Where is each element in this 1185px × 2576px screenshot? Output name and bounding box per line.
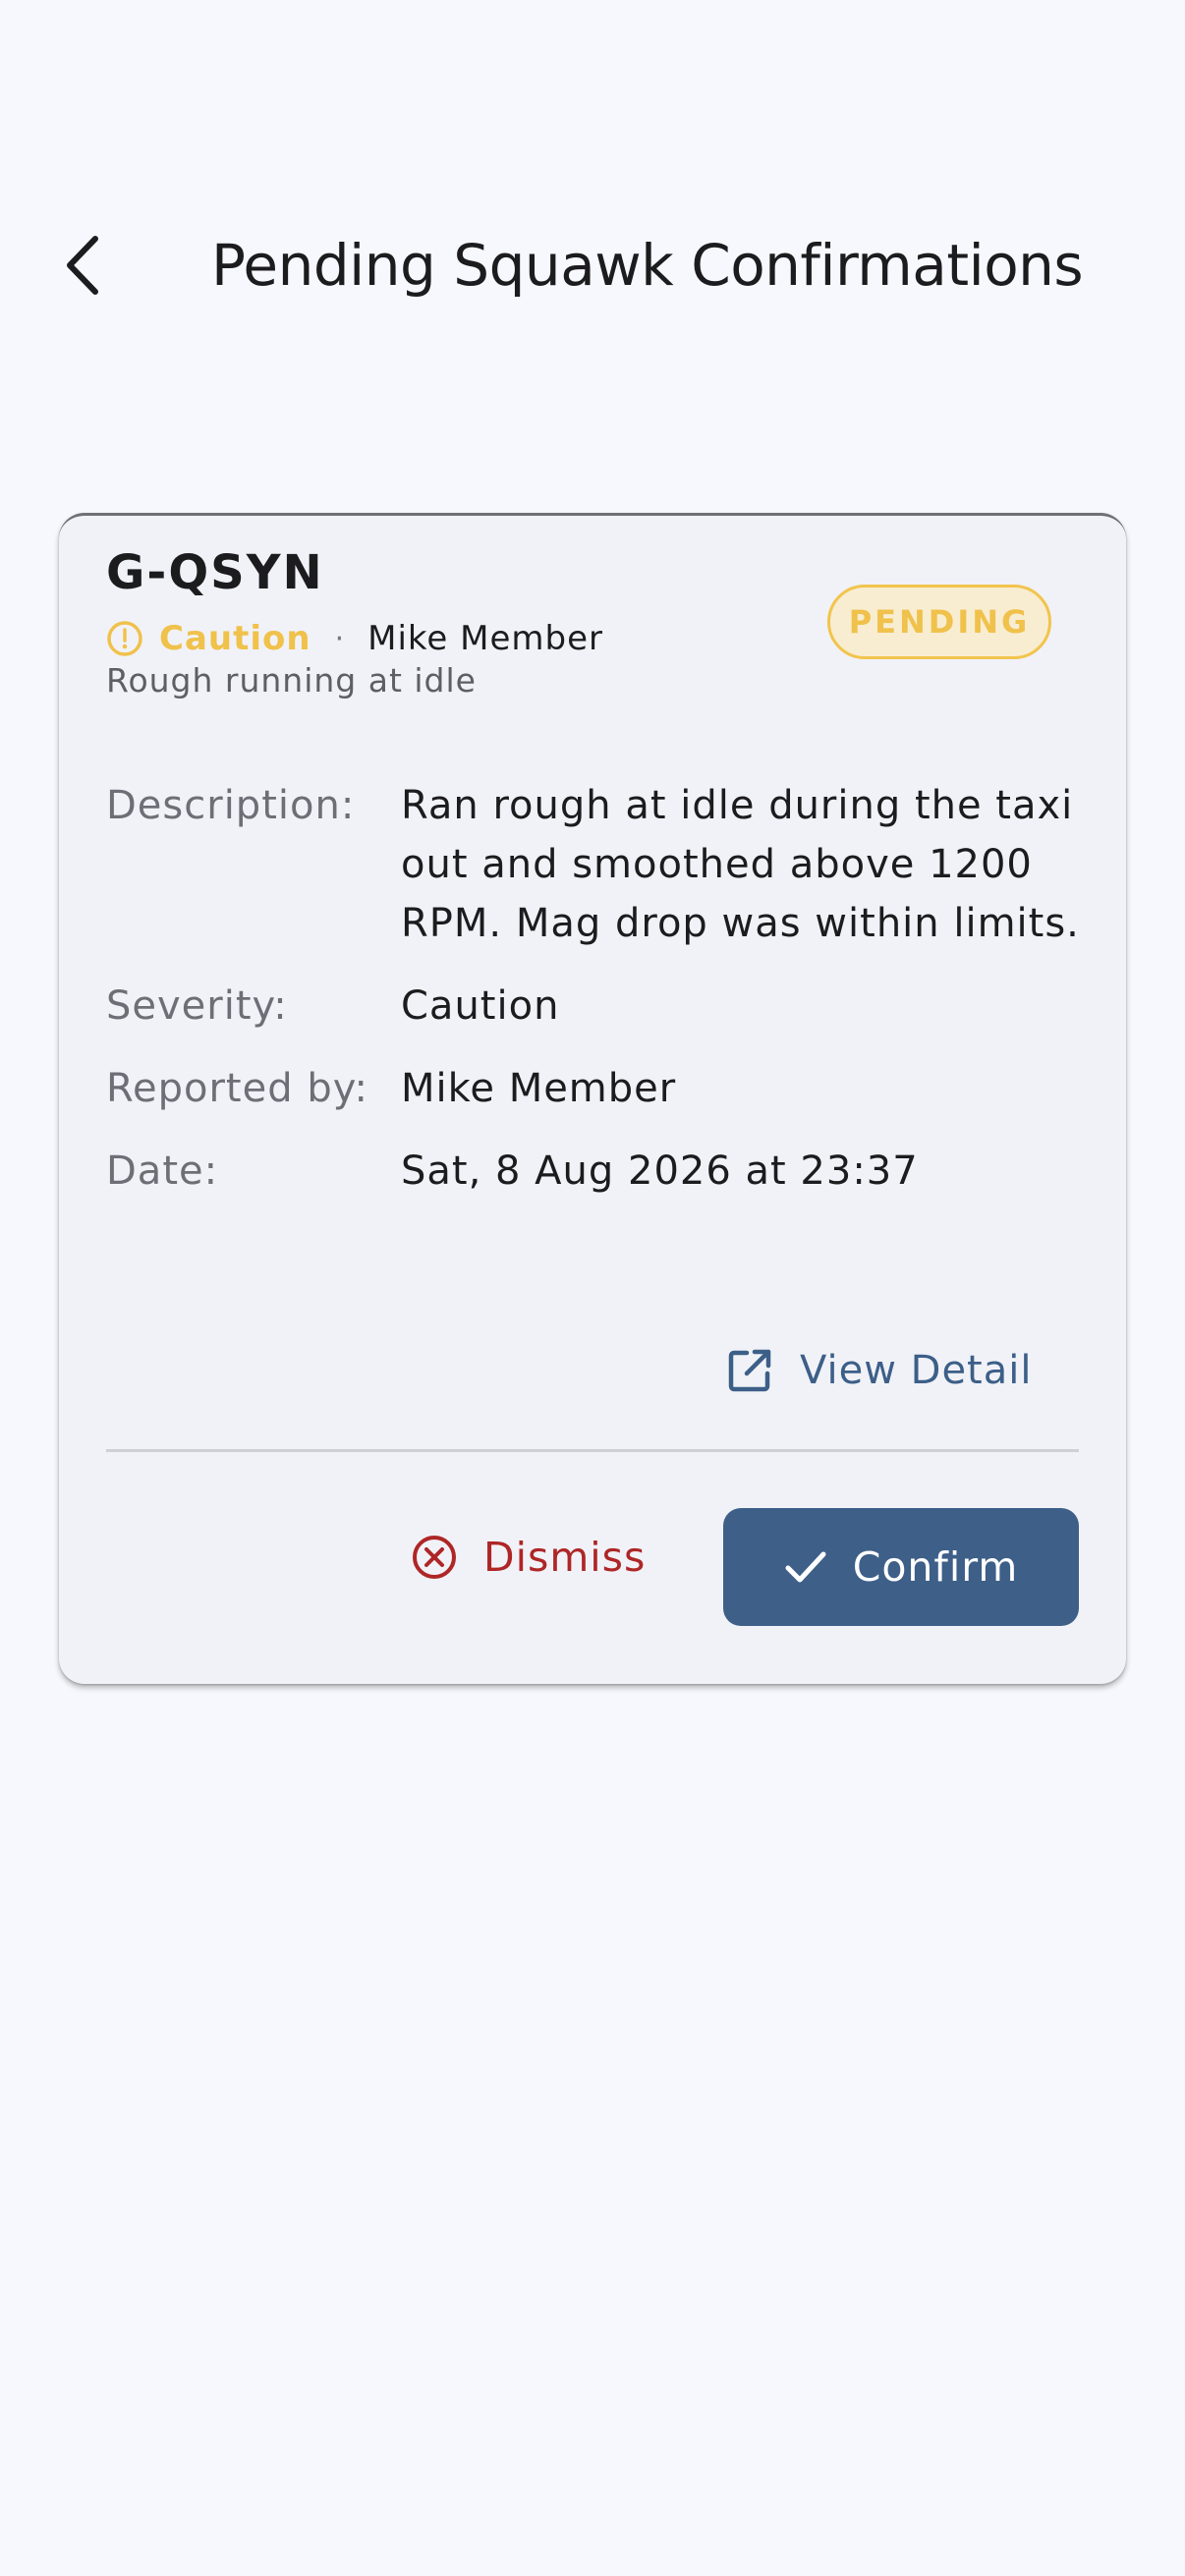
cancel-circle-icon xyxy=(413,1536,456,1579)
severity-label: Caution xyxy=(159,619,311,658)
dismiss-label: Dismiss xyxy=(483,1534,647,1581)
separator-dot: · xyxy=(334,621,345,656)
dismiss-button[interactable]: Dismiss xyxy=(411,1508,646,1606)
check-icon xyxy=(785,1551,826,1583)
detail-row-severity: Severity: Caution xyxy=(106,977,1089,1036)
squawk-meta-row: Caution · Mike Member xyxy=(106,614,603,663)
chevron-left-icon xyxy=(67,236,98,295)
app-bar: Pending Squawk Confirmations xyxy=(0,196,1185,334)
squawk-details: Description: Ran rough at idle during th… xyxy=(106,776,1089,1224)
detail-label: Reported by: xyxy=(106,1066,368,1111)
view-detail-button[interactable]: View Detail xyxy=(727,1331,1032,1410)
detail-row-date: Date: Sat, 8 Aug 2026 at 23:37 xyxy=(106,1142,1089,1201)
page-title: Pending Squawk Confirmations xyxy=(211,232,1084,299)
detail-label: Description: xyxy=(106,783,356,828)
confirm-button[interactable]: Confirm xyxy=(723,1508,1079,1626)
confirm-label: Confirm xyxy=(852,1543,1019,1591)
tail-number: G-QSYN xyxy=(106,545,324,600)
reporter-name: Mike Member xyxy=(367,619,603,658)
detail-value: Ran rough at idle during the taxi out an… xyxy=(401,783,1080,946)
open-in-new-icon xyxy=(728,1349,771,1392)
detail-value: Mike Member xyxy=(401,1066,677,1111)
back-button[interactable] xyxy=(39,216,126,314)
card-divider xyxy=(106,1449,1079,1452)
detail-label: Date: xyxy=(106,1148,219,1194)
alert-circle-icon xyxy=(107,621,142,656)
detail-value: Caution xyxy=(401,983,560,1029)
status-badge: PENDING xyxy=(827,585,1051,659)
detail-label: Severity: xyxy=(106,983,288,1029)
detail-row-reported-by: Reported by: Mike Member xyxy=(106,1059,1089,1118)
detail-value: Sat, 8 Aug 2026 at 23:37 xyxy=(401,1148,919,1194)
view-detail-label: View Detail xyxy=(800,1348,1033,1393)
squawk-summary: Rough running at idle xyxy=(106,661,477,700)
squawk-card: G-QSYN Caution · Mike Member Rough runni… xyxy=(59,513,1126,1684)
detail-row-description: Description: Ran rough at idle during th… xyxy=(106,776,1089,953)
